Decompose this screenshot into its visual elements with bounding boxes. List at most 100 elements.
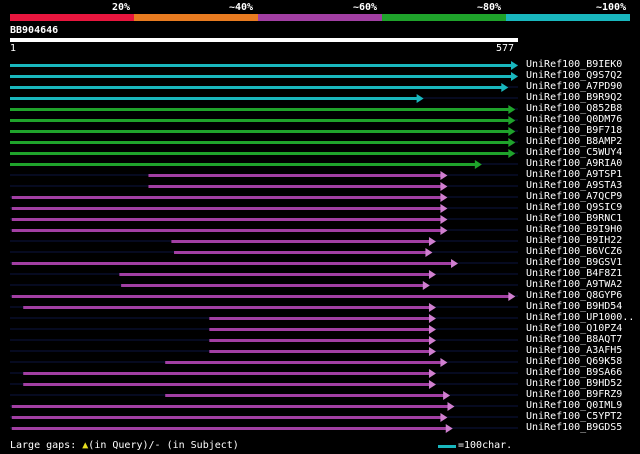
hit-bar[interactable] <box>10 97 418 100</box>
query-gap-text: (in Query)/ <box>88 440 155 451</box>
hit-label[interactable]: UniRef100_Q0IML9 <box>526 400 622 411</box>
hit-label[interactable]: UniRef100_B9IH22 <box>526 235 622 246</box>
hit-bar[interactable] <box>11 416 442 419</box>
hit-label[interactable]: UniRef100_B9SA66 <box>526 367 622 378</box>
hit-bar[interactable] <box>209 328 430 331</box>
hit-bar[interactable] <box>148 185 442 188</box>
hit-label[interactable]: UniRef100_Q0DM76 <box>526 114 622 125</box>
hit-arrow-icon <box>508 105 516 114</box>
hit-bar[interactable] <box>11 218 442 221</box>
hit-arrow-icon <box>428 303 436 312</box>
hit-arrow-icon <box>440 182 448 191</box>
hit-bar[interactable] <box>10 108 510 111</box>
scale-text: =100char. <box>458 440 513 451</box>
hit-label[interactable]: UniRef100_Q9S7Q2 <box>526 70 622 81</box>
hit-arrow-icon <box>443 391 451 400</box>
hit-arrow-icon <box>440 215 448 224</box>
hit-label[interactable]: UniRef100_B9GSV1 <box>526 257 622 268</box>
hit-arrow-icon <box>501 83 509 92</box>
hit-label[interactable]: UniRef100_B9F718 <box>526 125 622 136</box>
hit-bar[interactable] <box>11 229 442 232</box>
hit-arrow-icon <box>447 402 455 411</box>
hit-label[interactable]: UniRef100_C5WUY4 <box>526 147 622 158</box>
hit-label[interactable]: UniRef100_A9TWA2 <box>526 279 622 290</box>
hit-bar[interactable] <box>11 405 449 408</box>
hit-arrow-icon <box>445 424 453 433</box>
hit-arrow-icon <box>416 94 424 103</box>
hit-bar[interactable] <box>10 141 510 144</box>
scale-swatch <box>438 445 456 448</box>
subject-gap-text: - (in Subject) <box>154 440 239 451</box>
hit-label[interactable]: UniRef100_Q852B8 <box>526 103 622 114</box>
hit-label[interactable]: UniRef100_Q8GYP6 <box>526 290 622 301</box>
hit-bar[interactable] <box>148 174 442 177</box>
hit-bar[interactable] <box>11 207 442 210</box>
hit-bar[interactable] <box>10 130 510 133</box>
hit-arrow-icon <box>428 347 436 356</box>
hit-label[interactable]: UniRef100_B9FRZ9 <box>526 389 622 400</box>
hit-label[interactable]: UniRef100_B9IEK0 <box>526 59 622 70</box>
hit-arrow-icon <box>508 138 516 147</box>
hit-label[interactable]: UniRef100_B6VCZ6 <box>526 246 622 257</box>
hit-label[interactable]: UniRef100_B9HD52 <box>526 378 622 389</box>
hit-label[interactable]: UniRef100_A3AFH5 <box>526 345 622 356</box>
hit-bar[interactable] <box>11 262 453 265</box>
hit-label[interactable]: UniRef100_Q69K58 <box>526 356 622 367</box>
hit-label[interactable]: UniRef100_A9TSP1 <box>526 169 622 180</box>
hit-label[interactable]: UniRef100_A7PD90 <box>526 81 622 92</box>
hit-arrow-icon <box>511 61 518 70</box>
hit-bar[interactable] <box>10 152 510 155</box>
hit-arrow-icon <box>474 160 482 169</box>
hit-bar[interactable] <box>174 251 427 254</box>
hit-label[interactable]: UniRef100_B9GDS5 <box>526 422 622 433</box>
hit-arrow-icon <box>440 204 448 213</box>
hit-bar[interactable] <box>23 372 430 375</box>
hit-label[interactable]: UniRef100_B8AMP2 <box>526 136 622 147</box>
hit-bar[interactable] <box>119 273 430 276</box>
hit-bar[interactable] <box>10 119 510 122</box>
hit-label[interactable]: UniRef100_B8AQT7 <box>526 334 622 345</box>
hit-label[interactable]: UniRef100_B9I9H0 <box>526 224 622 235</box>
hit-arrow-icon <box>508 127 516 136</box>
hit-bar[interactable] <box>10 64 512 67</box>
gap-legend-prefix: Large gaps: <box>10 440 77 451</box>
hit-arrow-icon <box>508 292 516 301</box>
hit-arrow-icon <box>422 281 430 290</box>
hit-label[interactable]: UniRef100_A9STA3 <box>526 180 622 191</box>
hit-arrow-icon <box>428 336 436 345</box>
hit-bar[interactable] <box>11 295 510 298</box>
hit-arrow-icon <box>428 270 436 279</box>
hit-bar[interactable] <box>121 284 424 287</box>
hit-bar[interactable] <box>165 361 442 364</box>
hit-bar[interactable] <box>23 383 430 386</box>
hit-bar[interactable] <box>209 350 430 353</box>
hit-arrow-icon <box>440 193 448 202</box>
hit-bar[interactable] <box>171 240 430 243</box>
hit-arrow-icon <box>428 369 436 378</box>
hit-label[interactable]: UniRef100_C5YPT2 <box>526 411 622 422</box>
hit-arrow-icon <box>428 380 436 389</box>
hit-label[interactable]: UniRef100_Q10PZ4 <box>526 323 622 334</box>
hit-label[interactable]: UniRef100_B4F8Z1 <box>526 268 622 279</box>
hit-bar[interactable] <box>10 86 503 89</box>
hit-bar[interactable] <box>209 317 430 320</box>
hit-arrow-icon <box>440 358 448 367</box>
hit-bar[interactable] <box>10 163 476 166</box>
hit-arrow-icon <box>451 259 459 268</box>
hit-arrow-icon <box>508 116 516 125</box>
hit-bar[interactable] <box>11 427 447 430</box>
hit-arrow-icon <box>425 248 433 257</box>
hit-label[interactable]: UniRef100_Q9SIC9 <box>526 202 622 213</box>
hit-bar[interactable] <box>10 75 512 78</box>
hit-label[interactable]: UniRef100_B9RNC1 <box>526 213 622 224</box>
hit-label[interactable]: UniRef100_B9HD54 <box>526 301 622 312</box>
hit-label[interactable]: UniRef100_UP1000.. <box>526 312 634 323</box>
hit-bar[interactable] <box>209 339 430 342</box>
hit-arrow-icon <box>511 72 518 81</box>
hit-label[interactable]: UniRef100_A9RIA0 <box>526 158 622 169</box>
hit-label[interactable]: UniRef100_B9R9Q2 <box>526 92 622 103</box>
hit-bar[interactable] <box>165 394 445 397</box>
hit-bar[interactable] <box>11 196 442 199</box>
hit-label[interactable]: UniRef100_A7QCP9 <box>526 191 622 202</box>
hit-bar[interactable] <box>23 306 430 309</box>
